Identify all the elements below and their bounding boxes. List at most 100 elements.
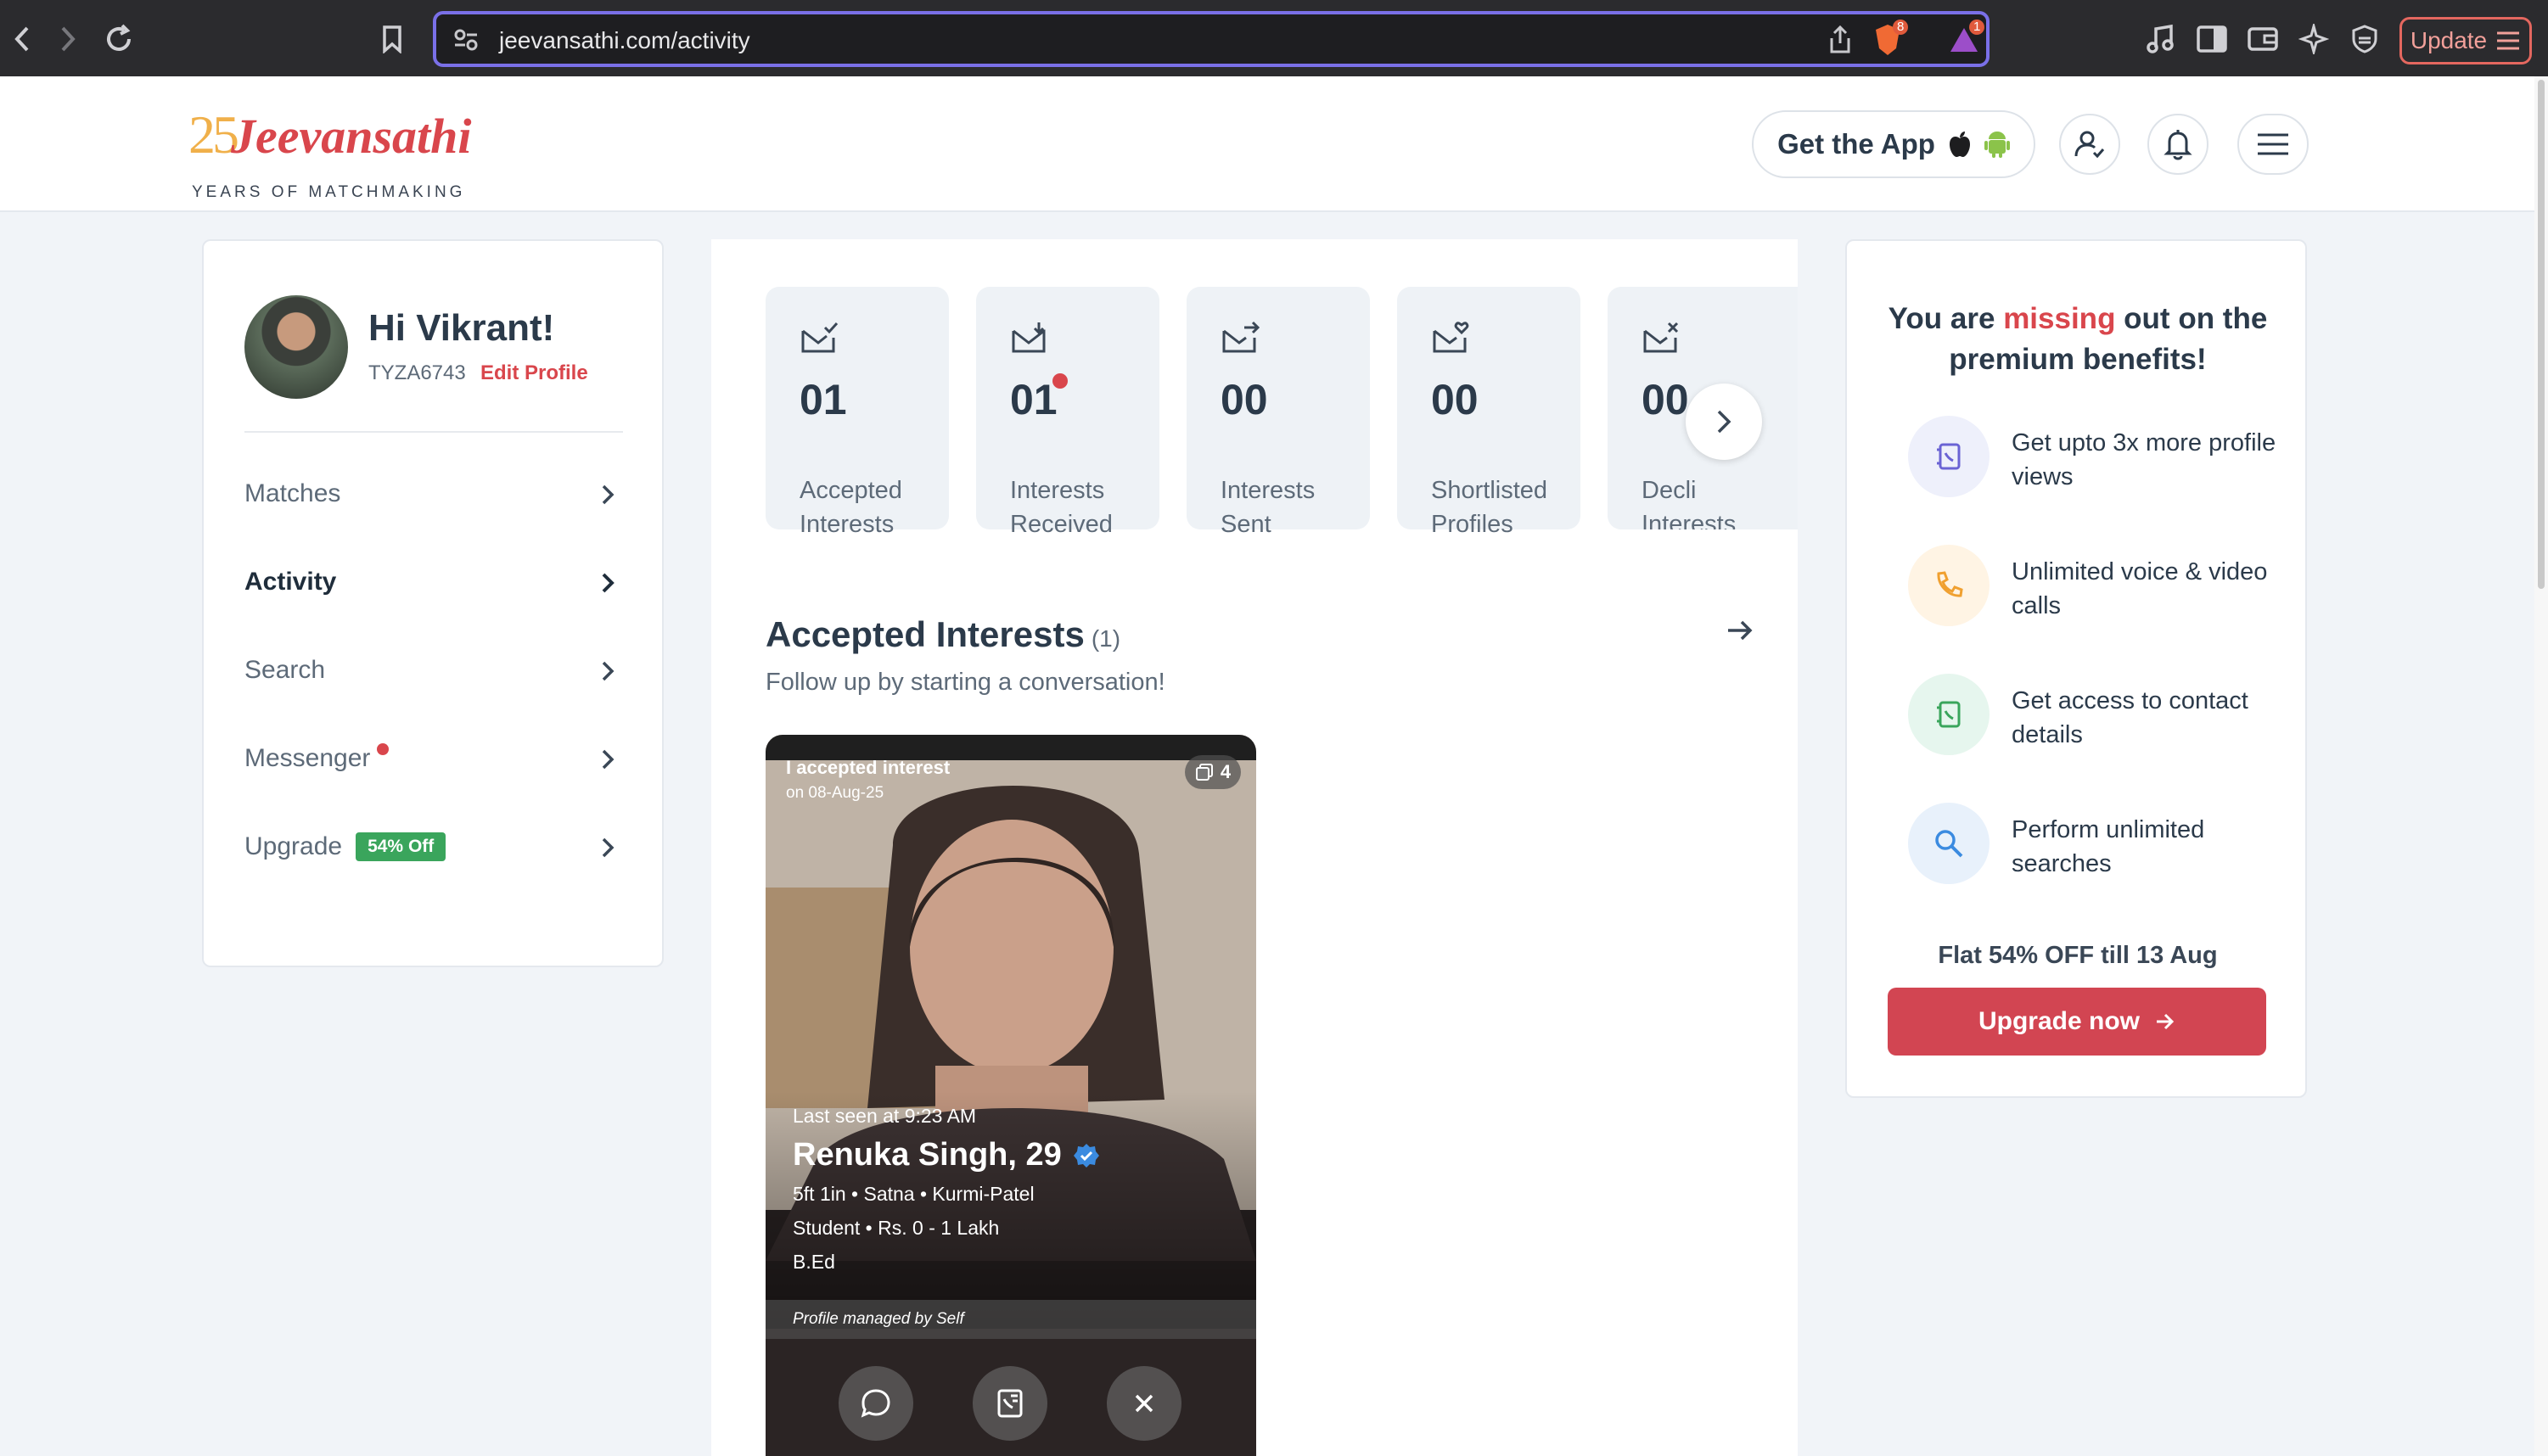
sidebar-item-label: Activity [244, 568, 337, 596]
scrollbar-thumb[interactable] [2538, 80, 2545, 589]
stat-number: 01 [1010, 376, 1058, 423]
sidebar-item-upgrade[interactable]: Upgrade 54% Off [244, 821, 623, 872]
jeevansathi-logo[interactable]: 25Jeevansathi YEARS OF MATCHMAKING [188, 104, 472, 201]
sidebar-item-messenger[interactable]: Messenger [244, 733, 623, 784]
sidebar-item-label: Messenger [244, 744, 371, 772]
profile-details-line2: Student • Rs. 0 - 1 Lakh [793, 1217, 1000, 1239]
chevron-right-icon [602, 749, 615, 770]
stat-label: Interests [1010, 477, 1105, 504]
media-icon[interactable] [2139, 17, 2183, 61]
search-icon [1908, 803, 1990, 884]
benefit-item: Get access to contact details [1908, 674, 2281, 759]
sidebar-item-activity[interactable]: Activity [244, 557, 623, 608]
stat-number: 01 [800, 376, 847, 423]
received-mail-icon [1012, 322, 1046, 353]
contact-button[interactable] [973, 1366, 1047, 1441]
sidebar-item-label: Matches [244, 479, 341, 507]
verified-badge-icon [1073, 1143, 1099, 1168]
last-seen: Last seen at 9:23 AM [793, 1105, 977, 1127]
stat-interests-received[interactable]: 01 Interests Received [976, 287, 1159, 538]
sidebar-item-matches[interactable]: Matches [244, 468, 623, 519]
chat-bubble-icon [861, 1389, 890, 1418]
browser-toolbar: jeevansathi.com/activity 8 1 Update [0, 0, 2548, 76]
benefit-text: Get upto 3x more profile views [2012, 429, 2276, 490]
main-menu-button[interactable] [2237, 114, 2309, 175]
apple-icon [1949, 132, 1970, 157]
update-label: Update [2410, 27, 2488, 53]
sidebar-item-label: Upgrade [244, 832, 343, 860]
stat-label: Received [1010, 511, 1113, 538]
offer-text: Flat 54% OFF till 13 Aug [1938, 942, 2218, 969]
stat-interests-sent[interactable]: 00 Interests Sent [1187, 287, 1370, 538]
benefit-item: Get upto 3x more profile views [1908, 416, 2281, 501]
upgrade-now-label: Upgrade now [1978, 1007, 2140, 1035]
benefit-item: Unlimited voice & video calls [1908, 545, 2281, 630]
accepted-mail-icon [801, 322, 839, 353]
premium-title-highlight: missing [2003, 302, 2116, 335]
benefit-item: Perform unlimited searches [1908, 803, 2281, 888]
vpn-icon[interactable] [2343, 17, 2387, 61]
reload-icon[interactable] [97, 17, 141, 61]
site-settings-icon[interactable] [453, 28, 479, 52]
get-app-label: Get the App [1777, 128, 1935, 160]
premium-title: You are missing out on the premium benef… [1864, 299, 2292, 380]
profile-button[interactable] [2059, 114, 2120, 175]
bell-icon [2164, 130, 2192, 160]
stats-next-button[interactable] [1686, 384, 1762, 460]
sidebar-item-search[interactable]: Search [244, 645, 623, 696]
hamburger-icon [2258, 133, 2288, 155]
android-icon [1984, 132, 2010, 158]
interest-status: I accepted interest [786, 757, 951, 778]
sent-mail-icon [1222, 321, 1260, 353]
share-icon[interactable] [1827, 25, 1854, 55]
profile-managed-by: Profile managed by Self [766, 1300, 1256, 1339]
unread-dot [377, 743, 390, 755]
avatar[interactable] [244, 295, 348, 399]
left-sidebar: Hi Vikrant! TYZA6743 Edit Profile Matche… [202, 239, 664, 967]
upgrade-now-button[interactable]: Upgrade now [1888, 988, 2266, 1056]
stat-label: Decli [1642, 477, 1697, 504]
forward-icon[interactable] [46, 17, 90, 61]
close-icon [1135, 1394, 1153, 1413]
update-button[interactable]: Update [2399, 17, 2532, 64]
stat-label: Interests [800, 511, 895, 538]
section-title-text: Accepted Interests [766, 614, 1085, 654]
back-icon[interactable] [0, 17, 44, 61]
remove-button[interactable] [1107, 1366, 1181, 1441]
contact-card-icon [997, 1389, 1023, 1418]
sidebar-toggle-icon[interactable] [2190, 17, 2234, 61]
address-bar[interactable]: jeevansathi.com/activity 8 1 [433, 11, 1990, 67]
stat-shortlisted-profiles[interactable]: 00 Shortlisted Profiles [1397, 287, 1580, 538]
stat-accepted-interests[interactable]: 01 Accepted Interests [766, 287, 949, 538]
chevron-right-icon [602, 573, 615, 593]
bookmark-icon[interactable] [370, 17, 414, 61]
photos-icon [1195, 764, 1213, 781]
user-icon [2074, 131, 2105, 159]
stat-label: Accepted [800, 477, 902, 504]
menu-icon [2497, 31, 2520, 50]
profile-details-line3: B.Ed [793, 1251, 835, 1273]
stat-label: Interests [1642, 511, 1737, 529]
get-app-button[interactable]: Get the App [1752, 110, 2035, 178]
profile-views-icon [1908, 416, 1990, 497]
sidebar-item-label: Search [244, 656, 326, 684]
benefit-text: Perform unlimited searches [2012, 816, 2205, 877]
phone-icon [1908, 545, 1990, 626]
notifications-button[interactable] [2147, 114, 2208, 175]
premium-benefits-panel: You are missing out on the premium benef… [1845, 239, 2307, 1098]
chevron-right-icon [1717, 410, 1731, 434]
arrow-right-icon[interactable] [1726, 618, 1754, 643]
declined-mail-icon [1643, 322, 1679, 353]
benefit-text: Get access to contact details [2012, 687, 2248, 748]
photo-count-badge[interactable]: 4 [1185, 755, 1241, 789]
interest-date: on 08-Aug-25 [786, 784, 884, 802]
stat-number: 00 [1431, 376, 1479, 423]
logo-number: 25 [188, 104, 239, 165]
stat-label: Interests [1221, 477, 1316, 504]
wallet-icon[interactable] [2241, 17, 2285, 61]
photo-count: 4 [1220, 761, 1232, 782]
chat-button[interactable] [839, 1366, 913, 1441]
profile-card[interactable]: I accepted interest on 08-Aug-25 4 Last … [766, 735, 1256, 1456]
leo-ai-icon[interactable] [2292, 17, 2336, 61]
edit-profile-link[interactable]: Edit Profile [480, 361, 588, 385]
